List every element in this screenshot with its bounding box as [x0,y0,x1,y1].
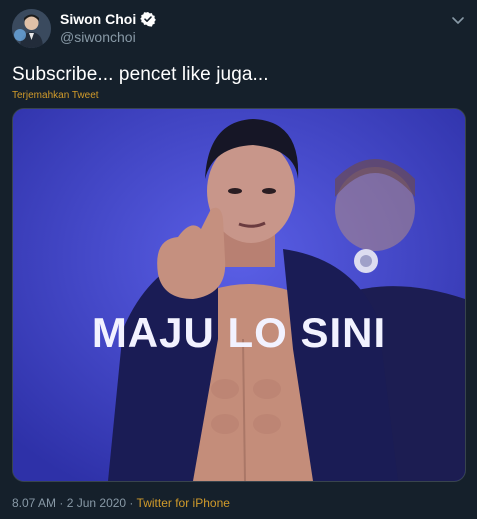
chevron-down-icon[interactable] [450,12,466,28]
tweet-card: Siwon Choi @siwonchoi Subscribe... pence… [0,0,477,519]
tweet-date[interactable]: 2 Jun 2020 [67,496,126,510]
tweet-time[interactable]: 8.07 AM [12,496,56,510]
meta-separator: · [56,496,67,510]
user-handle[interactable]: @siwonchoi [60,29,136,45]
author-name-row[interactable]: Siwon Choi [60,11,157,27]
tweet-text: Subscribe... pencet like juga... [12,64,269,85]
verified-badge-icon [140,11,157,27]
media-caption: MAJU LO SINI [91,309,387,356]
media-photo [13,109,465,481]
avatar[interactable] [12,9,51,48]
tweet-media-image[interactable]: MAJU LO SINI [12,108,466,482]
translate-tweet-link[interactable]: Terjemahkan Tweet [12,90,99,101]
tweet-meta: 8.07 AM · 2 Jun 2020 · Twitter for iPhon… [12,496,230,510]
display-name[interactable]: Siwon Choi [60,11,136,27]
tweet-source-link[interactable]: Twitter for iPhone [137,496,230,510]
meta-separator-2: · [126,496,137,510]
